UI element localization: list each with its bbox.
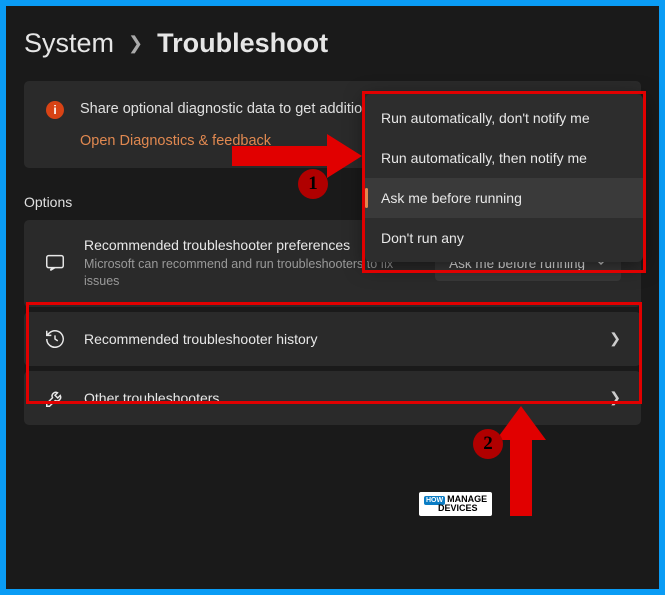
wrench-icon — [44, 387, 66, 409]
info-icon: i — [46, 101, 64, 119]
chevron-right-icon: ❯ — [128, 33, 143, 54]
open-diagnostics-link[interactable]: Open Diagnostics & feedback — [80, 133, 271, 149]
watermark-line2: DEVICES — [438, 503, 478, 513]
dropdown-option-auto-no-notify[interactable]: Run automatically, don't notify me — [365, 98, 643, 138]
chevron-right-icon: ❯ — [609, 389, 621, 406]
annotation-badge-2: 2 — [473, 429, 503, 459]
chevron-right-icon: ❯ — [609, 330, 621, 347]
breadcrumb-parent[interactable]: System — [24, 28, 114, 59]
history-title: Recommended troubleshooter history — [84, 330, 591, 348]
dropdown-option-auto-notify[interactable]: Run automatically, then notify me — [365, 138, 643, 178]
chat-icon — [44, 252, 66, 274]
settings-window: System ❯ Troubleshoot i Share optional d… — [6, 6, 659, 589]
history-card[interactable]: Recommended troubleshooter history ❯ — [24, 312, 641, 366]
watermark-logo: HOWMANAGE DEVICES — [419, 492, 492, 516]
other-troubleshooters-card[interactable]: Other troubleshooters ❯ — [24, 371, 641, 425]
breadcrumb-current: Troubleshoot — [157, 28, 328, 59]
preferences-dropdown-menu: Run automatically, don't notify me Run a… — [365, 94, 643, 262]
history-body: Recommended troubleshooter history — [84, 330, 591, 348]
breadcrumb: System ❯ Troubleshoot — [24, 28, 641, 59]
dropdown-option-ask-before[interactable]: Ask me before running — [365, 178, 643, 218]
other-body: Other troubleshooters — [84, 389, 591, 407]
other-title: Other troubleshooters — [84, 389, 591, 407]
dropdown-option-dont-run[interactable]: Don't run any — [365, 218, 643, 258]
history-icon — [44, 328, 66, 350]
